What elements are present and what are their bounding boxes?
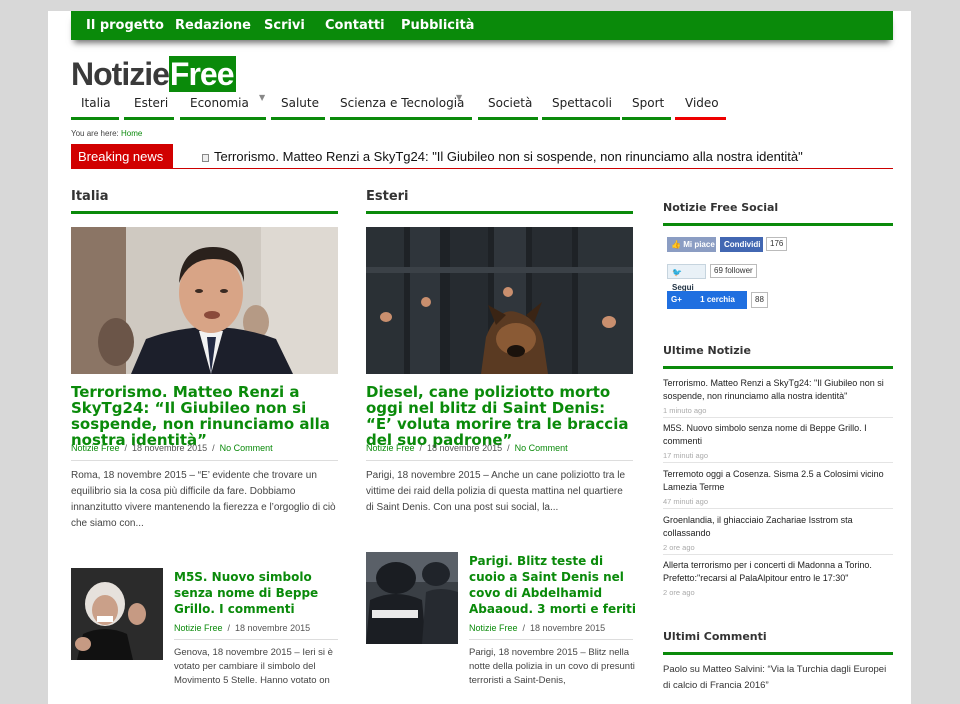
- article-author-link[interactable]: Notizie Free: [71, 443, 120, 453]
- article-image-renzi[interactable]: [71, 227, 338, 374]
- article-author-link[interactable]: Notizie Free: [174, 623, 223, 633]
- nav-salute[interactable]: Salute: [271, 96, 325, 120]
- dropdown-caret-icon: ▼: [456, 93, 463, 102]
- photo-police-dog: [366, 227, 633, 374]
- divider: [663, 508, 893, 509]
- article-comments-link[interactable]: No Comment: [220, 443, 273, 453]
- sidebar-title-latest: Ultime Notizie: [663, 344, 893, 369]
- latest-comment-item[interactable]: Paolo su Matteo Salvini: “Via la Turchia…: [663, 662, 893, 694]
- article-thumb-grillo[interactable]: [71, 568, 163, 660]
- article-title-parigi[interactable]: Parigi. Blitz teste di cuoio a Saint Den…: [469, 553, 637, 617]
- top-nav-pubblicita[interactable]: Pubblicità: [401, 18, 474, 33]
- top-nav-bar: Il progetto Redazione Scrivi Contatti Pu…: [71, 11, 893, 40]
- breadcrumb-home-link[interactable]: Home: [121, 129, 142, 138]
- google-plus-icon: G+: [671, 295, 682, 304]
- divider: [469, 639, 633, 640]
- article-date: 18 novembre 2015: [530, 623, 606, 633]
- article-excerpt-parigi: Parigi, 18 novembre 2015 – Blitz nella n…: [469, 647, 635, 686]
- latest-news-item[interactable]: Terremoto oggi a Cosenza. Sisma 2.5 a Co…: [663, 468, 893, 506]
- page: Il progetto Redazione Scrivi Contatti Pu…: [48, 11, 911, 704]
- article-comments-link[interactable]: No Comment: [515, 443, 568, 453]
- latest-news-item[interactable]: Terrorismo. Matteo Renzi a SkyTg24: "Il …: [663, 377, 893, 415]
- breaking-news-label: Breaking news: [71, 144, 173, 169]
- latest-news-item[interactable]: Groenlandia, il ghiacciaio Zachariae Iss…: [663, 514, 893, 552]
- facebook-like-button[interactable]: 👍 Mi piace: [667, 237, 716, 252]
- article-meta-police-dog: Notizie Free / 18 novembre 2015 / No Com…: [366, 443, 568, 453]
- breaking-news-headline[interactable]: Terrorismo. Matteo Renzi a SkyTg24: "Il …: [214, 149, 803, 164]
- top-nav-scrivi[interactable]: Scrivi: [264, 18, 305, 33]
- divider: [71, 460, 338, 461]
- article-title-police-dog[interactable]: Diesel, cane poliziotto morto oggi nel b…: [366, 384, 636, 448]
- twitter-follower-count: 69 follower: [710, 264, 757, 278]
- nav-economia[interactable]: Economia ▼: [180, 93, 266, 120]
- nav-esteri[interactable]: Esteri: [124, 96, 174, 120]
- article-author-link[interactable]: Notizie Free: [366, 443, 415, 453]
- google-plus-button[interactable]: G+ 1 cerchia: [667, 291, 747, 309]
- article-date: 18 novembre 2015: [235, 623, 311, 633]
- article-title-grillo[interactable]: M5S. Nuovo simbolo senza nome di Beppe G…: [174, 569, 338, 617]
- breadcrumb: You are here: Home: [71, 129, 143, 138]
- google-plus-count: 88: [751, 292, 768, 308]
- photo-gendarmerie: [366, 552, 458, 644]
- top-nav-progetto[interactable]: Il progetto: [86, 18, 164, 33]
- article-thumb-parigi[interactable]: [366, 552, 458, 644]
- photo-grillo: [71, 568, 163, 660]
- article-meta-grillo: Notizie Free / 18 novembre 2015: [174, 623, 311, 633]
- article-date: 18 novembre 2015: [132, 443, 208, 453]
- top-nav-contatti[interactable]: Contatti: [325, 18, 385, 33]
- article-meta-parigi: Notizie Free / 18 novembre 2015: [469, 623, 606, 633]
- section-title-esteri[interactable]: Esteri: [366, 189, 633, 214]
- article-excerpt-police-dog: Parigi, 18 novembre 2015 – Anche un cane…: [366, 470, 626, 513]
- article-excerpt-renzi: Roma, 18 novembre 2015 – “E’ evidente ch…: [71, 470, 336, 529]
- section-title-italia[interactable]: Italia: [71, 189, 338, 214]
- nav-sport[interactable]: Sport: [622, 96, 671, 120]
- nav-video[interactable]: Video: [675, 96, 726, 120]
- twitter-bird-icon: 🐦: [672, 268, 682, 277]
- article-author-link[interactable]: Notizie Free: [469, 623, 518, 633]
- latest-news-item[interactable]: Allerta terrorismo per i concerti di Mad…: [663, 559, 893, 597]
- article-image-police-dog[interactable]: [366, 227, 633, 374]
- breaking-news-bar: Breaking news Terrorismo. Matteo Renzi a…: [71, 144, 893, 169]
- site-logo[interactable]: NotizieFree: [71, 56, 237, 92]
- thumbs-up-icon: 👍: [671, 240, 681, 249]
- divider: [663, 417, 893, 418]
- dropdown-caret-icon: ▼: [259, 93, 266, 102]
- facebook-share-button[interactable]: Condividi: [720, 237, 763, 252]
- article-title-renzi[interactable]: Terrorismo. Matteo Renzi a SkyTg24: “Il …: [71, 384, 341, 448]
- document-icon: [202, 154, 209, 162]
- sidebar-title-social: Notizie Free Social: [663, 201, 893, 226]
- article-date: 18 novembre 2015: [427, 443, 503, 453]
- twitter-follow-button[interactable]: 🐦 Segui: [667, 264, 706, 292]
- sidebar-title-comments: Ultimi Commenti: [663, 630, 893, 655]
- article-meta-renzi: Notizie Free / 18 novembre 2015 / No Com…: [71, 443, 273, 453]
- article-excerpt-grillo: Genova, 18 novembre 2015 – Ieri si è vot…: [174, 647, 333, 686]
- divider: [366, 460, 633, 461]
- photo-renzi: [71, 227, 338, 374]
- divider: [663, 554, 893, 555]
- divider: [174, 639, 338, 640]
- nav-societa[interactable]: Società: [478, 96, 538, 120]
- facebook-count: 176: [766, 237, 788, 251]
- nav-italia[interactable]: Italia: [71, 96, 119, 120]
- latest-news-item[interactable]: M5S. Nuovo simbolo senza nome di Beppe G…: [663, 422, 893, 460]
- divider: [663, 462, 893, 463]
- nav-spettacoli[interactable]: Spettacoli: [542, 96, 620, 120]
- top-nav-redazione[interactable]: Redazione: [175, 18, 251, 33]
- nav-scienza-tecnologia[interactable]: Scienza e Tecnologia ▼: [330, 93, 472, 120]
